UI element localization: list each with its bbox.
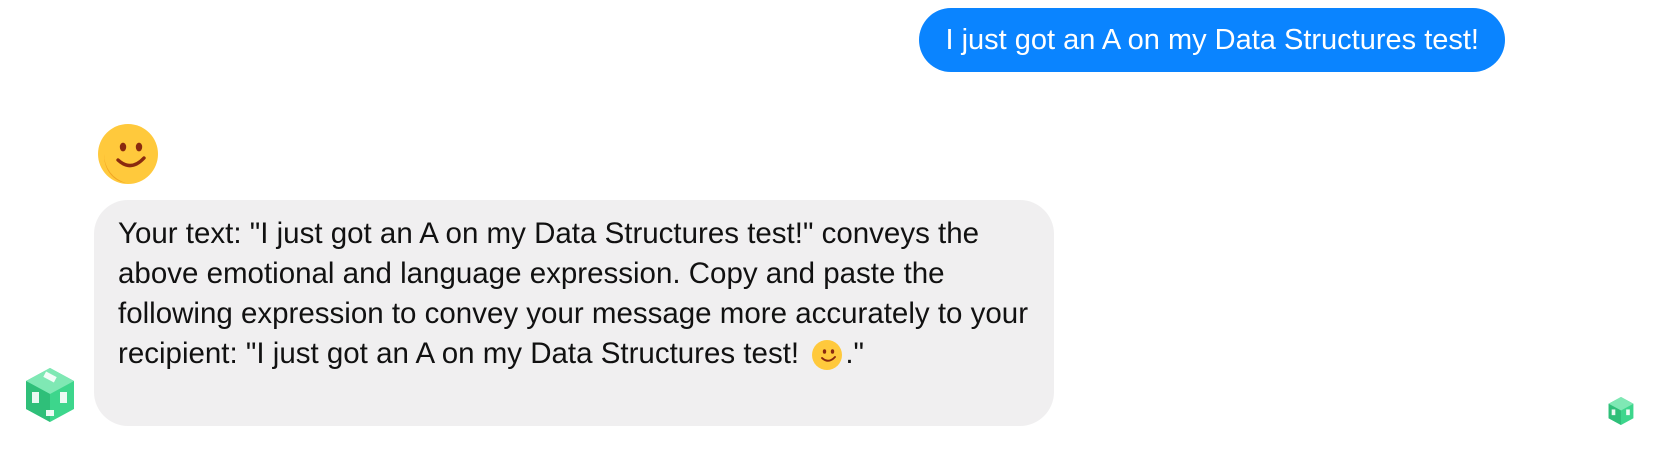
bot-message-text: Your text: "I just got an A on my Data S… [118, 214, 1030, 374]
slightly-smiling-face-icon [811, 339, 843, 371]
bot-message-tail: ." [845, 337, 864, 370]
slightly-smiling-face-icon [96, 122, 160, 186]
bot-message-main: Your text: "I just got an A on my Data S… [118, 217, 1029, 370]
chat-view: I just got an A on my Data Structures te… [0, 0, 1672, 456]
user-message-bubble[interactable]: I just got an A on my Data Structures te… [919, 8, 1505, 72]
user-message-text: I just got an A on my Data Structures te… [945, 24, 1479, 56]
bot-message-bubble[interactable]: Your text: "I just got an A on my Data S… [94, 200, 1054, 426]
bot-avatar-icon[interactable] [22, 366, 78, 424]
seen-indicator-icon [1606, 396, 1636, 426]
